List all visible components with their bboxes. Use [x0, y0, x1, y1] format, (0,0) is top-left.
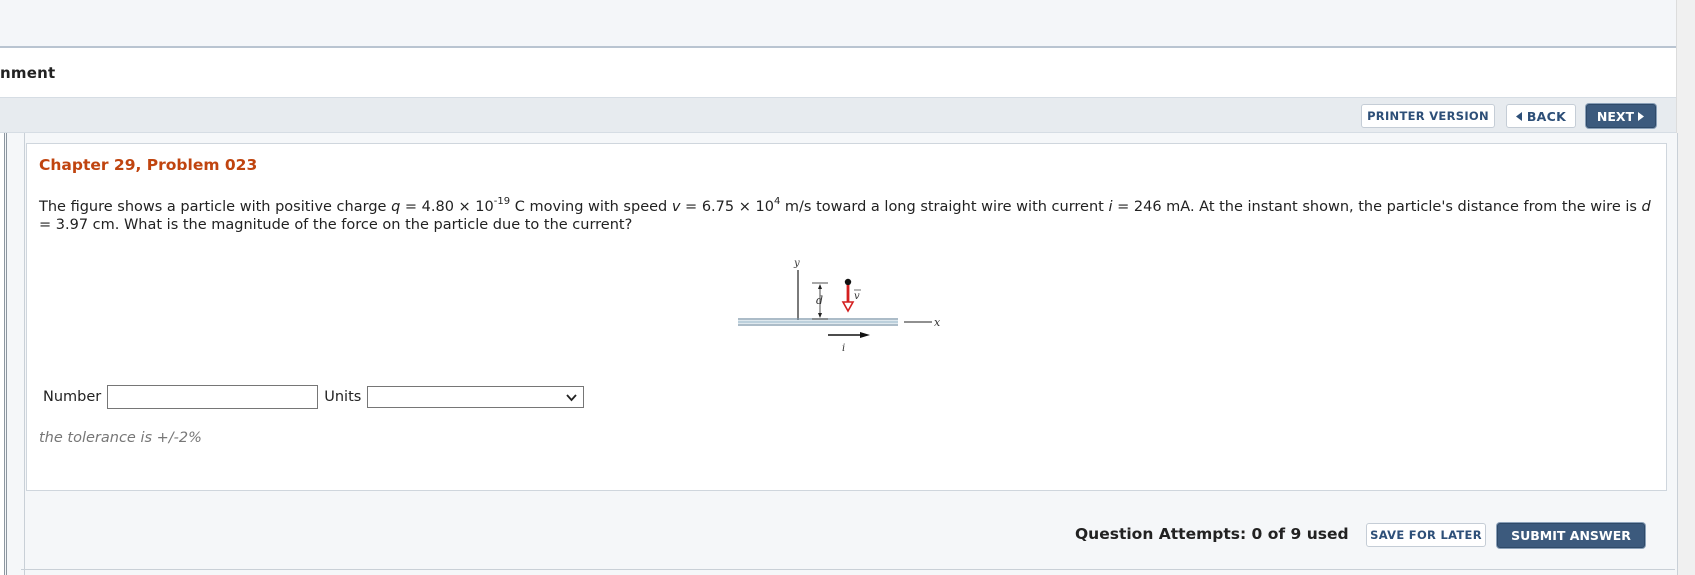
- submit-answer-button[interactable]: SUBMIT ANSWER: [1497, 523, 1645, 548]
- units-label: Units: [324, 389, 362, 405]
- question-attempts: Question Attempts: 0 of 9 used: [1075, 525, 1349, 543]
- next-label: NEXT: [1596, 108, 1635, 124]
- top-header-band: [0, 0, 1676, 48]
- d-arrow-down: [818, 313, 822, 318]
- back-button[interactable]: BACK: [1506, 104, 1576, 128]
- triangle-right-icon: [1638, 111, 1645, 121]
- exponent: -19: [493, 196, 511, 207]
- units-select[interactable]: [367, 386, 585, 408]
- tolerance-note: the tolerance is +/-2%: [39, 430, 202, 446]
- velocity-label: v: [854, 291, 860, 302]
- text-part: = 4.80 × 10: [400, 199, 494, 215]
- current-label: i: [842, 343, 845, 354]
- problem-figure: y x d v i: [738, 258, 941, 354]
- text-part: The figure shows a particle with positiv…: [39, 199, 392, 215]
- printer-version-label: PRINTER VERSION: [1367, 109, 1489, 123]
- text-part: m/s toward a long straight wire with cur…: [780, 199, 1109, 215]
- assignment-title: nment: [0, 64, 56, 82]
- y-axis-label: y: [793, 258, 800, 269]
- back-label: BACK: [1526, 108, 1567, 124]
- text-part: = 3.97 cm. What is the magnitude of the …: [39, 217, 633, 233]
- save-for-later-button[interactable]: SAVE FOR LATER: [1366, 523, 1486, 547]
- question-container: Chapter 29, Problem 023 The figure shows…: [24, 133, 1678, 575]
- text-part: = 6.75 × 10: [680, 199, 774, 215]
- question-nav-bar: PRINTER VERSION BACK NEXT: [0, 97, 1676, 133]
- text-part: = 246 mA. At the instant shown, the part…: [1112, 199, 1642, 215]
- x-axis-label: x: [934, 316, 941, 329]
- chapter-title: Chapter 29, Problem 023: [39, 156, 258, 174]
- text-part: C moving with speed: [510, 199, 672, 215]
- answer-row: Number Units: [43, 384, 585, 410]
- current-arrowhead: [860, 332, 870, 338]
- problem-statement: The figure shows a particle with positiv…: [39, 196, 1659, 234]
- bottom-divider: [21, 569, 1675, 570]
- question-panel: Chapter 29, Problem 023 The figure shows…: [26, 143, 1667, 491]
- content-frame: Chapter 29, Problem 023 The figure shows…: [4, 133, 1678, 575]
- number-input[interactable]: [107, 385, 319, 409]
- submit-label: SUBMIT ANSWER: [1511, 528, 1631, 543]
- particle: [844, 278, 852, 286]
- velocity-arrowhead: [841, 301, 855, 313]
- d-arrow-up: [818, 284, 822, 289]
- number-label: Number: [43, 389, 102, 405]
- var-d: d: [1641, 199, 1651, 215]
- chevron-down-icon: [566, 394, 577, 402]
- var-q: q: [391, 199, 401, 215]
- triangle-left-icon: [1515, 111, 1522, 121]
- page-scrollbar[interactable]: [1676, 0, 1695, 575]
- next-button[interactable]: NEXT: [1586, 104, 1656, 128]
- d-label: d: [816, 294, 823, 307]
- save-label: SAVE FOR LATER: [1370, 528, 1482, 542]
- printer-version-button[interactable]: PRINTER VERSION: [1361, 104, 1495, 128]
